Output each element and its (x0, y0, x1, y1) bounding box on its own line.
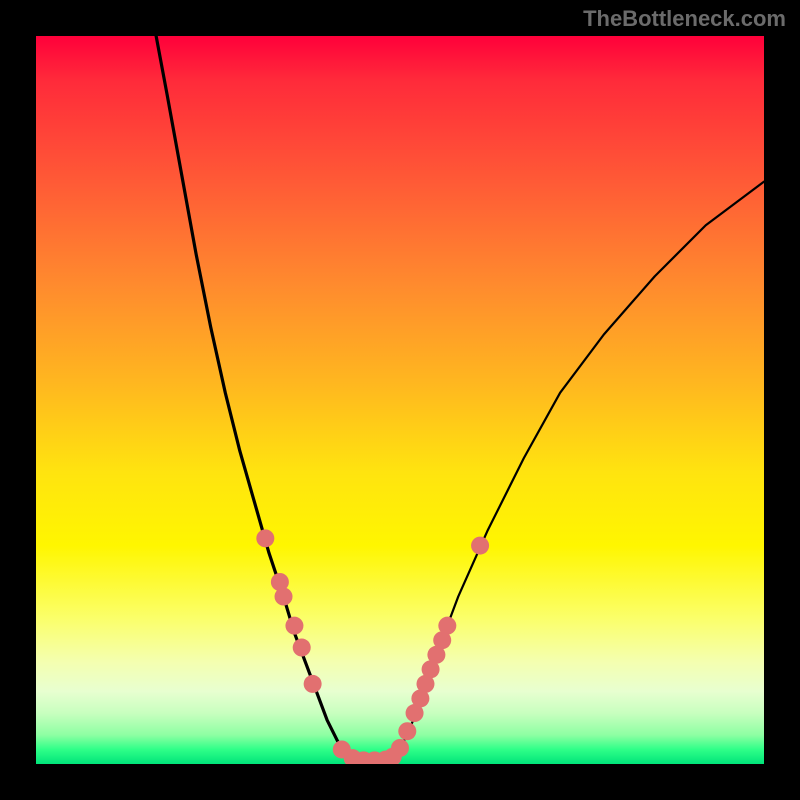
curve-right-curve (393, 182, 764, 761)
marker-point (391, 739, 409, 757)
chart-svg (36, 36, 764, 764)
curve-left-curve (156, 36, 349, 760)
marker-point (471, 537, 489, 555)
marker-point (285, 617, 303, 635)
marker-point (293, 639, 311, 657)
marker-point (256, 529, 274, 547)
marker-point (304, 675, 322, 693)
marker-point (438, 617, 456, 635)
marker-point (275, 588, 293, 606)
watermark-text: TheBottleneck.com (583, 6, 786, 32)
chart-plot-area (36, 36, 764, 764)
marker-point (398, 722, 416, 740)
